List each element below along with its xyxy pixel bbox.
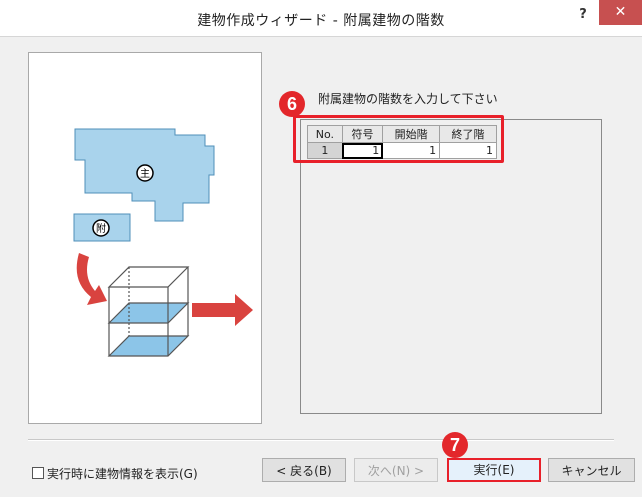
execute-button[interactable]: 実行(E) bbox=[447, 458, 541, 482]
building-illustration: 主 附 bbox=[73, 128, 253, 357]
step-badge-7: 7 bbox=[442, 432, 468, 458]
prompt-label: 附属建物の階数を入力して下さい bbox=[318, 92, 498, 106]
show-info-label: 実行時に建物情報を表示(G) bbox=[47, 467, 198, 481]
step-badge-6: 6 bbox=[279, 91, 305, 117]
back-button[interactable]: < 戻る(B) bbox=[262, 458, 346, 482]
title-bar: 建物作成ウィザード - 附属建物の階数 ? ✕ bbox=[0, 0, 642, 37]
illustration-panel: 主 附 bbox=[28, 52, 262, 424]
right-arrow-icon bbox=[192, 294, 253, 326]
show-info-option[interactable]: 実行時に建物情報を表示(G) bbox=[32, 465, 198, 482]
close-button[interactable]: ✕ bbox=[599, 0, 642, 25]
table-highlight-frame bbox=[293, 115, 504, 163]
show-info-checkbox[interactable] bbox=[32, 467, 44, 479]
next-button[interactable]: 次へ(N) > bbox=[354, 458, 438, 482]
annex-marker-label: 附 bbox=[96, 222, 106, 235]
main-marker-label: 主 bbox=[140, 168, 150, 180]
cancel-button[interactable]: キャンセル bbox=[548, 458, 635, 482]
preview-area bbox=[300, 119, 602, 414]
wizard-window: 建物作成ウィザード - 附属建物の階数 ? ✕ 主 附 附属建物の階数を入力して… bbox=[0, 0, 642, 497]
window-title: 建物作成ウィザード - 附属建物の階数 bbox=[197, 13, 445, 29]
curved-arrow-icon bbox=[76, 253, 107, 305]
help-button[interactable]: ? bbox=[570, 4, 596, 26]
cube-floors-icon bbox=[107, 266, 190, 357]
footer-separator bbox=[28, 439, 614, 441]
